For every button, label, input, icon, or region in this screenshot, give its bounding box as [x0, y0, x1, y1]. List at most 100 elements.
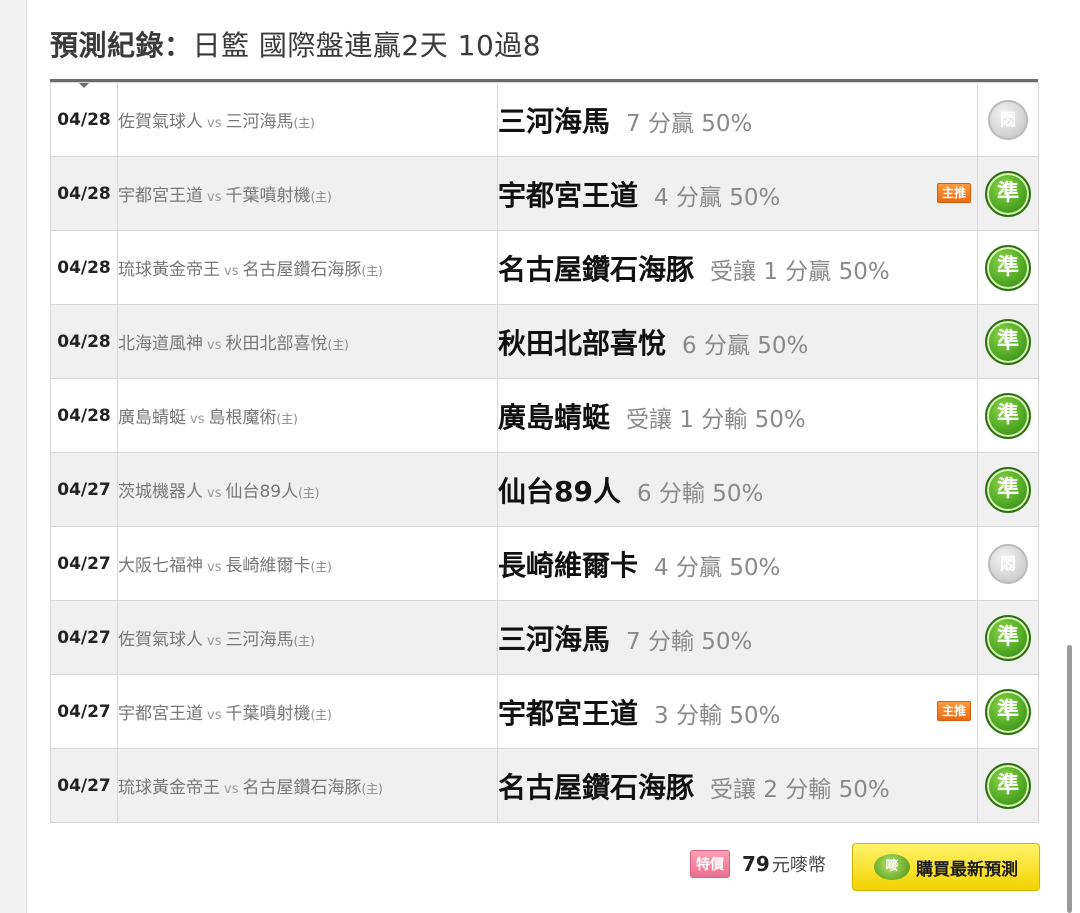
pick-team: 秋田北部喜悅: [498, 326, 667, 360]
record-row: 04/28 北海道風神 vs 秋田北部喜悅(主) 秋田北部喜悅 6 分贏 50% 準: [50, 304, 1039, 379]
record-row: 04/28 宇都宮王道 vs 千葉噴射機(主) 宇都宮王道 4 分贏 50% 主推準: [50, 156, 1039, 231]
vs-label: vs: [224, 782, 239, 797]
record-date: 04/27: [50, 526, 118, 601]
record-date: 04/27: [50, 600, 118, 675]
record-pick: 三河海馬 7 分贏 50%: [497, 82, 978, 157]
result-win-icon: 準: [985, 318, 1031, 365]
record-matchup: 北海道風神 vs 秋田北部喜悅(主): [117, 304, 498, 379]
record-row: 04/27 佐賀氣球人 vs 三河海馬(主) 三河海馬 7 分輸 50% 準: [50, 600, 1039, 675]
pick-detail: 受讓 2 分輸 50%: [710, 776, 890, 803]
home-team: 名古屋鑽石海豚: [242, 260, 362, 280]
scrollbar-thumb[interactable]: [1067, 645, 1072, 913]
home-tag: (主): [310, 560, 332, 574]
vs-label: vs: [207, 338, 222, 353]
record-pick: 名古屋鑽石海豚 受讓 2 分輸 50%: [497, 748, 978, 823]
result-win-icon: 準: [985, 392, 1031, 439]
record-matchup: 琉球黃金帝王 vs 名古屋鑽石海豚(主): [117, 230, 498, 305]
record-matchup: 大阪七福神 vs 長崎維爾卡(主): [117, 526, 498, 601]
pick-detail: 6 分輸 50%: [636, 480, 764, 507]
pick-team: 長崎維爾卡: [498, 548, 639, 582]
record-pick: 長崎維爾卡 4 分贏 50%: [497, 526, 978, 601]
home-team: 千葉噴射機: [225, 186, 311, 206]
record-pick: 宇都宮王道 3 分輸 50% 主推: [497, 674, 978, 749]
record-date: 04/28: [50, 230, 118, 305]
main-pick-badge: 主推: [936, 183, 971, 203]
pick-team: 名古屋鑽石海豚: [498, 252, 695, 286]
home-team: 仙台89人: [225, 482, 299, 502]
record-matchup: 廣島蜻蜓 vs 島根魔術(主): [117, 378, 498, 453]
record-matchup: 佐賀氣球人 vs 三河海馬(主): [117, 82, 498, 157]
record-result: 準: [977, 156, 1039, 231]
pick-team: 宇都宮王道: [498, 178, 639, 212]
away-team: 茨城機器人: [118, 482, 204, 502]
home-team: 島根魔術: [208, 408, 277, 428]
result-win-icon: 準: [985, 762, 1031, 809]
record-pick: 名古屋鑽石海豚 受讓 1 分贏 50%: [497, 230, 978, 305]
pick-team: 名古屋鑽石海豚: [498, 770, 695, 804]
record-pick: 廣島蜻蜓 受讓 1 分輸 50%: [497, 378, 978, 453]
record-row: 04/27 琉球黃金帝王 vs 名古屋鑽石海豚(主) 名古屋鑽石海豚 受讓 2 分輸 50…: [50, 748, 1039, 823]
pick-detail: 3 分輸 50%: [654, 702, 781, 729]
record-result: 悶: [977, 526, 1039, 601]
record-matchup: 宇都宮王道 vs 千葉噴射機(主): [117, 156, 498, 231]
vs-label: vs: [224, 264, 239, 279]
vs-label: vs: [190, 412, 205, 427]
home-tag: (主): [276, 412, 298, 426]
home-tag: (主): [361, 264, 383, 278]
record-row: 04/28 佐賀氣球人 vs 三河海馬(主) 三河海馬 7 分贏 50% 悶: [50, 82, 1039, 157]
record-result: 準: [977, 452, 1039, 527]
record-row: 04/28 廣島蜻蜓 vs 島根魔術(主) 廣島蜻蜓 受讓 1 分輸 50% 準: [50, 378, 1039, 453]
pick-detail: 4 分贏 50%: [654, 554, 781, 581]
pick-team: 宇都宮王道: [498, 696, 639, 730]
page-left-border: [0, 0, 27, 913]
home-tag: (主): [327, 338, 349, 352]
vs-label: vs: [207, 708, 222, 723]
record-result: 準: [977, 230, 1039, 305]
price-value: 79: [742, 852, 770, 876]
home-tag: (主): [293, 116, 315, 130]
result-win-icon: 準: [985, 170, 1031, 217]
record-date: 04/28: [50, 304, 118, 379]
maimai-coin-icon: 嘜: [874, 854, 910, 880]
pick-detail: 4 分贏 50%: [654, 184, 781, 211]
record-matchup: 茨城機器人 vs 仙台89人(主): [117, 452, 498, 527]
record-pick: 宇都宮王道 4 分贏 50% 主推: [497, 156, 978, 231]
record-matchup: 宇都宮王道 vs 千葉噴射機(主): [117, 674, 498, 749]
vs-label: vs: [207, 190, 222, 205]
result-unknown-icon: 悶: [988, 543, 1028, 584]
buy-latest-prediction-button[interactable]: 嘜 購買最新預測: [852, 843, 1040, 891]
pick-team: 三河海馬: [498, 622, 611, 656]
result-win-icon: 準: [985, 244, 1031, 291]
home-team: 三河海馬: [225, 112, 294, 132]
record-result: 悶: [977, 82, 1039, 157]
record-date: 04/27: [50, 748, 118, 823]
away-team: 佐賀氣球人: [118, 112, 204, 132]
pick-team: 仙台89人: [498, 474, 621, 508]
result-win-icon: 準: [985, 466, 1031, 513]
record-date: 04/28: [50, 82, 118, 157]
page-title: 預測紀錄：日籃 國際盤連贏2天 10過8: [50, 24, 541, 64]
record-result: 準: [977, 378, 1039, 453]
home-tag: (主): [310, 708, 332, 722]
page-title-rest: 日籃 國際盤連贏2天 10過8: [192, 29, 542, 62]
home-team: 千葉噴射機: [225, 704, 311, 724]
record-row: 04/27 大阪七福神 vs 長崎維爾卡(主) 長崎維爾卡 4 分贏 50% 悶: [50, 526, 1039, 601]
vs-label: vs: [207, 116, 222, 131]
home-team: 長崎維爾卡: [225, 556, 311, 576]
prediction-records-table: 04/28 佐賀氣球人 vs 三河海馬(主) 三河海馬 7 分贏 50% 悶 04/28 宇都宮…: [50, 82, 1039, 823]
special-price-tag: 特價: [690, 850, 730, 878]
record-result: 準: [977, 600, 1039, 675]
away-team: 北海道風神: [118, 334, 204, 354]
result-win-icon: 準: [985, 614, 1031, 661]
pick-team: 廣島蜻蜓: [498, 400, 611, 434]
record-date: 04/28: [50, 156, 118, 231]
record-row: 04/28 琉球黃金帝王 vs 名古屋鑽石海豚(主) 名古屋鑽石海豚 受讓 1 分贏 50…: [50, 230, 1039, 305]
price-info: 特價 79 元嘜幣: [690, 848, 826, 880]
result-win-icon: 準: [985, 688, 1031, 735]
pick-detail: 受讓 1 分贏 50%: [710, 258, 890, 285]
record-date: 04/27: [50, 452, 118, 527]
record-matchup: 琉球黃金帝王 vs 名古屋鑽石海豚(主): [117, 748, 498, 823]
record-result: 準: [977, 304, 1039, 379]
home-tag: (主): [293, 634, 315, 648]
main-pick-badge: 主推: [936, 701, 971, 721]
